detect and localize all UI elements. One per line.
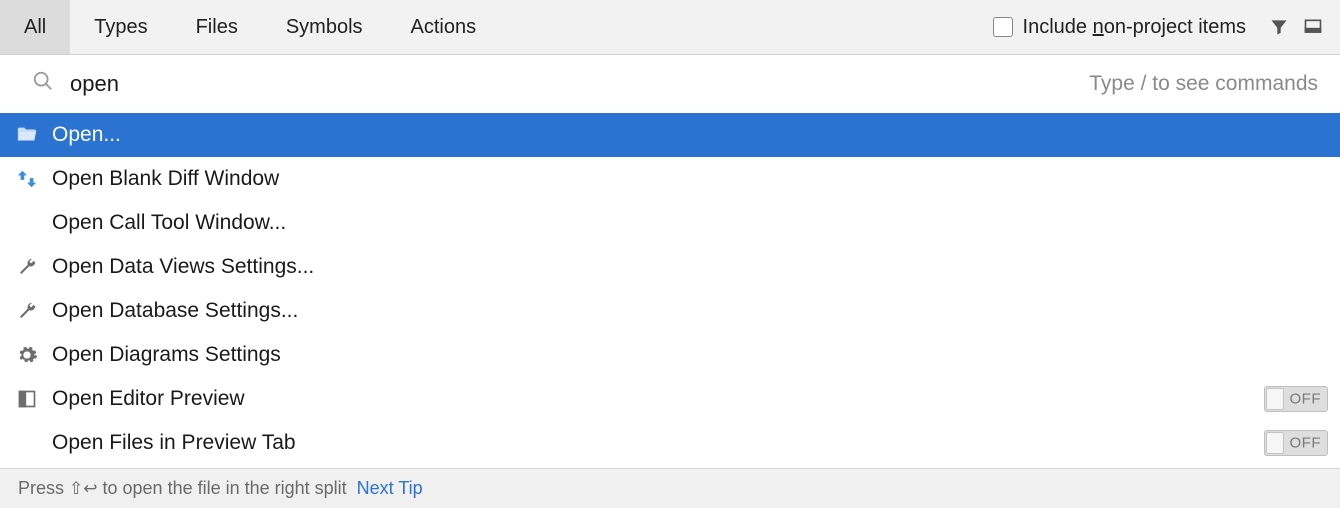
toggle-off[interactable]: OFF [1264,430,1328,456]
result-label: Open... [52,123,1328,147]
search-hint: Type / to see commands [1089,72,1318,96]
result-label: Open Database Settings... [52,299,1328,323]
checkbox-box-icon [993,17,1013,37]
footer-tip-bar: Press ⇧↩ to open the file in the right s… [0,468,1340,508]
result-row[interactable]: Open Blank Diff Window [0,157,1340,201]
scope-tabs: All Types Files Symbols Actions [0,0,500,54]
result-row[interactable]: Open Call Tool Window... [0,201,1340,245]
tab-all[interactable]: All [0,0,70,54]
tab-label: Actions [411,16,477,39]
result-label: Open Editor Preview [52,387,1252,411]
wrench-icon [14,254,40,280]
wrench-icon [14,298,40,324]
folder-open-icon [14,122,40,148]
blank-icon [14,430,40,456]
gear-icon [14,342,40,368]
result-row[interactable]: Open... [0,113,1340,157]
tab-label: Files [196,16,238,39]
toggle-off[interactable]: OFF [1264,386,1328,412]
result-label: Open Files in Preview Tab [52,431,1252,455]
tab-label: All [24,16,46,39]
filter-icon[interactable] [1262,10,1296,44]
checkbox-label: Include non-project items [1023,16,1246,39]
header-tabs-bar: All Types Files Symbols Actions Include … [0,0,1340,55]
tab-types[interactable]: Types [70,0,171,54]
result-label: Open Blank Diff Window [52,167,1328,191]
tip-text: Press ⇧↩ to open the file in the right s… [18,478,347,499]
next-tip-link[interactable]: Next Tip [357,478,423,499]
result-row[interactable]: Open Diagrams Settings [0,333,1340,377]
search-row: Type / to see commands [0,55,1340,113]
preview-icon [14,386,40,412]
include-non-project-items-checkbox[interactable]: Include non-project items [993,16,1246,39]
tab-files[interactable]: Files [172,0,262,54]
results-list: Open... Open Blank Diff Window Open Call… [0,113,1340,465]
result-label: Open Diagrams Settings [52,343,1328,367]
result-row[interactable]: Open Database Settings... [0,289,1340,333]
blank-icon [14,210,40,236]
tab-symbols[interactable]: Symbols [262,0,387,54]
result-label: Open Data Views Settings... [52,255,1328,279]
diff-icon [14,166,40,192]
result-row[interactable]: Open Files in Preview Tab OFF [0,421,1340,465]
search-input[interactable] [70,71,1073,97]
result-label: Open Call Tool Window... [52,211,1328,235]
tab-label: Symbols [286,16,363,39]
search-icon [32,70,54,98]
tab-actions[interactable]: Actions [387,0,501,54]
tab-label: Types [94,16,147,39]
pin-window-icon[interactable] [1296,10,1330,44]
result-row[interactable]: Open Editor Preview OFF [0,377,1340,421]
result-row[interactable]: Open Data Views Settings... [0,245,1340,289]
